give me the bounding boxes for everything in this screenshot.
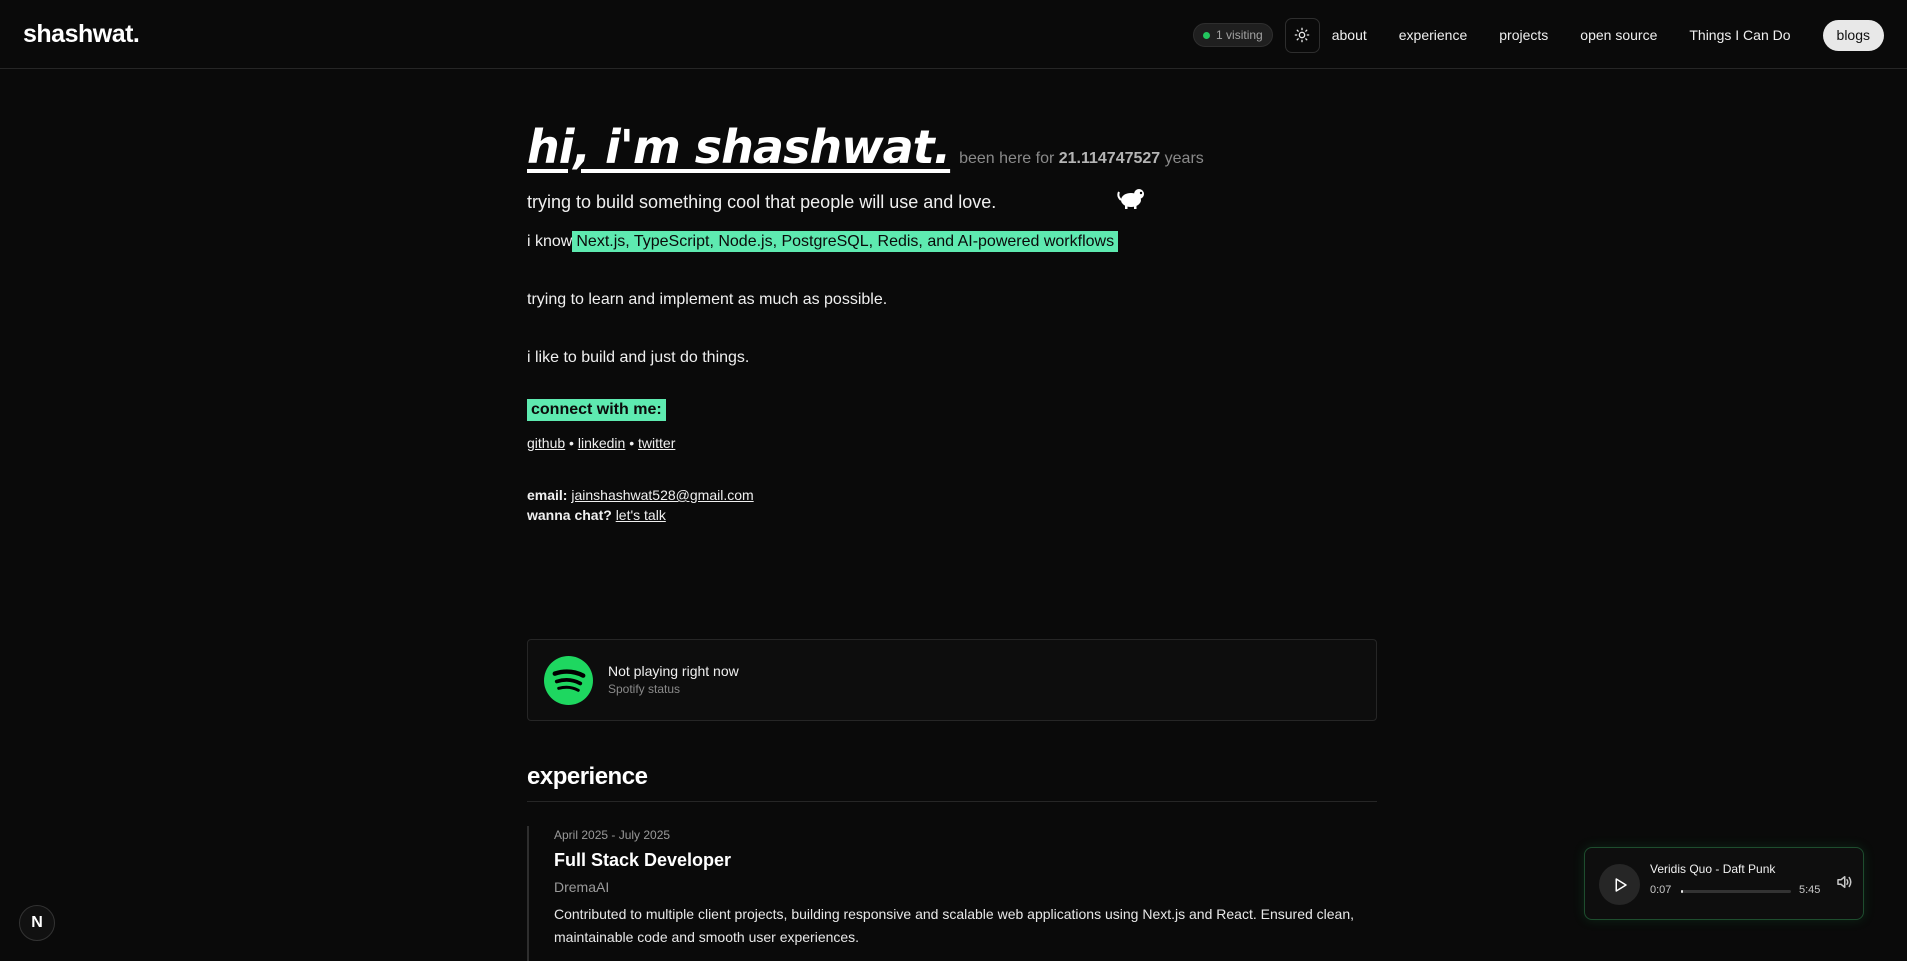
progress-fill [1681, 890, 1684, 893]
nav-link-open-source[interactable]: open source [1580, 27, 1657, 43]
play-button[interactable] [1599, 864, 1640, 905]
sun-icon [1294, 27, 1310, 43]
spotify-status-subtitle: Spotify status [608, 682, 681, 696]
skills-highlight: Next.js, TypeScript, Node.js, PostgreSQL… [572, 231, 1119, 252]
social-separator: • [629, 435, 635, 451]
skills-line: i know Next.js, TypeScript, Node.js, Post… [527, 231, 1377, 252]
social-links: github • linkedin • twitter [527, 435, 1377, 451]
experience-company: DremaAI [554, 879, 610, 895]
site-header: shashwat. 1 visiting about experience pr… [0, 0, 1907, 69]
experience-divider [527, 801, 1377, 802]
email-row: email: jainshashwat528@gmail.com [527, 485, 1377, 505]
email-label: email: [527, 487, 568, 503]
main-content: hi, i'm shashwat. been here for 21.11474… [527, 120, 1377, 961]
spotify-icon [544, 656, 593, 705]
current-time: 0:07 [1650, 884, 1672, 896]
lets-talk-link[interactable]: let's talk [616, 507, 666, 523]
connect-heading: connect with me: [527, 399, 666, 421]
age-prefix: been here for [959, 150, 1055, 167]
build-line: i like to build and just do things. [527, 349, 750, 366]
music-player: Veridis Quo - Daft Punk 0:07 5:45 [1584, 847, 1864, 920]
nextjs-dev-badge[interactable]: N [19, 905, 55, 941]
age-value: 21.114747527 [1058, 150, 1161, 167]
nav-link-about[interactable]: about [1332, 27, 1367, 43]
track-duration: 5:45 [1799, 884, 1821, 896]
visitor-count-badge: 1 visiting [1193, 23, 1273, 47]
email-link[interactable]: jainshashwat528@gmail.com [571, 487, 753, 503]
experience-item: April 2025 - July 2025 Full Stack Develo… [527, 826, 1377, 961]
hero-title: hi, i'm shashwat. [527, 120, 951, 174]
track-title: Veridis Quo - Daft Punk [1650, 862, 1776, 876]
github-link[interactable]: github [527, 435, 565, 451]
spotify-status-title: Not playing right now [608, 663, 739, 679]
blogs-button[interactable]: blogs [1822, 19, 1884, 51]
social-separator: • [569, 435, 574, 451]
site-logo[interactable]: shashwat. [23, 20, 140, 49]
experience-heading: experience [527, 763, 648, 790]
age-counter: been here for 21.114747527 years [959, 150, 1204, 168]
learn-line: trying to learn and implement as much as… [527, 291, 888, 308]
linkedin-link[interactable]: linkedin [578, 435, 625, 451]
experience-description: Contributed to multiple client projects,… [554, 906, 1355, 945]
age-unit: years [1164, 150, 1204, 167]
cursor-pet-icon [1117, 189, 1144, 209]
online-dot-icon [1203, 31, 1211, 39]
volume-icon[interactable] [1835, 873, 1853, 891]
chat-label: wanna chat? [527, 507, 612, 523]
contact-block: email: jainshashwat528@gmail.com wanna c… [527, 485, 1377, 525]
twitter-link[interactable]: twitter [638, 435, 675, 451]
hero-heading-row: hi, i'm shashwat. been here for 21.11474… [527, 120, 1377, 174]
nav-link-experience[interactable]: experience [1399, 27, 1468, 43]
visitor-count-label: 1 visiting [1216, 28, 1263, 42]
play-icon [1615, 877, 1627, 892]
theme-toggle-button[interactable] [1284, 17, 1320, 53]
skills-prefix: i know [527, 233, 573, 250]
hero-tagline: trying to build something cool that peop… [527, 192, 997, 212]
experience-date: April 2025 - July 2025 [554, 828, 671, 842]
spotify-status-card: Not playing right now Spotify status [527, 639, 1377, 721]
chat-row: wanna chat? let's talk [527, 505, 1377, 525]
progress-slider[interactable] [1681, 890, 1791, 893]
nav-link-things-i-can-do[interactable]: Things I Can Do [1689, 27, 1790, 43]
main-nav: 1 visiting about experience projects ope… [1193, 17, 1884, 53]
experience-role: Full Stack Developer [554, 850, 732, 870]
nav-link-projects[interactable]: projects [1499, 27, 1548, 43]
